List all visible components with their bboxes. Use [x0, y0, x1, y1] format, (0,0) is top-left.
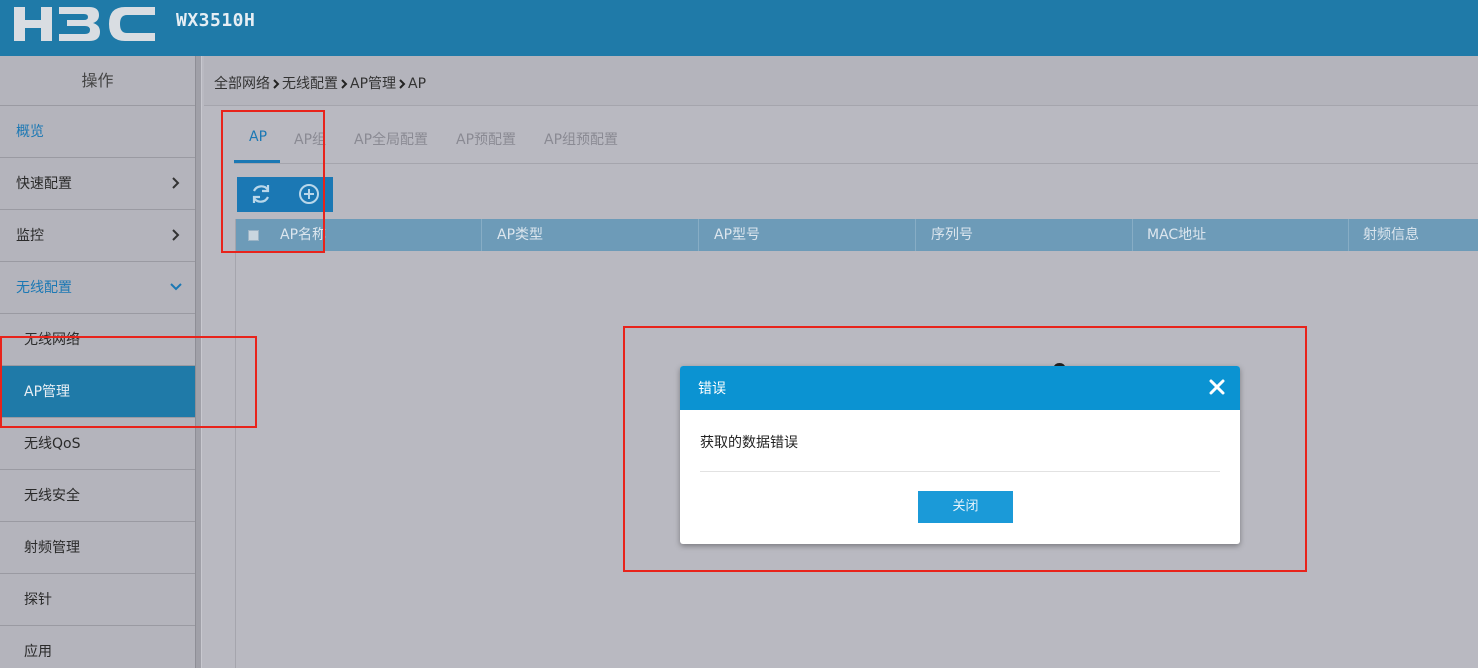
sidebar-item-label: 概览: [16, 124, 44, 140]
sidebar-item-label: 探针: [24, 592, 52, 608]
top-header: WX3510H: [0, 0, 1478, 56]
sidebar-item-overview[interactable]: 概览: [0, 106, 195, 158]
sidebar-item-quick-config[interactable]: 快速配置: [0, 158, 195, 210]
breadcrumb: 全部网络 无线配置 AP管理 AP: [214, 73, 426, 93]
sidebar-item-label: 无线安全: [24, 488, 80, 504]
sidebar-item-label: 无线配置: [16, 280, 72, 296]
tab-ap-preconfig[interactable]: AP预配置: [456, 129, 516, 149]
sidebar-item-wireless-config[interactable]: 无线配置: [0, 262, 195, 314]
tab-ap-group-preconfig[interactable]: AP组预配置: [544, 129, 618, 149]
annotation-box: [623, 326, 1307, 572]
chevron-right-icon: [172, 177, 180, 189]
chevron-right-icon: [399, 79, 406, 89]
annotation-box: [0, 336, 257, 428]
breadcrumb-item[interactable]: 无线配置: [282, 76, 338, 92]
column-header[interactable]: 序列号: [917, 219, 1133, 251]
chevron-down-icon: [170, 283, 182, 291]
sidebar-item-application[interactable]: 应用: [0, 626, 195, 668]
sidebar-item-probe[interactable]: 探针: [0, 574, 195, 626]
product-model: WX3510H: [176, 10, 256, 31]
breadcrumb-item[interactable]: 全部网络: [214, 76, 270, 92]
sidebar-item-wireless-security[interactable]: 无线安全: [0, 470, 195, 522]
breadcrumb-bar: 全部网络 无线配置 AP管理 AP: [204, 56, 1478, 106]
table-header: AP名称 AP类型 AP型号 序列号 MAC地址 射频信息: [236, 219, 1478, 251]
breadcrumb-item: AP: [408, 76, 427, 92]
annotation-box: [221, 110, 325, 253]
chevron-right-icon: [273, 79, 280, 89]
column-header[interactable]: 射频信息: [1349, 219, 1478, 251]
sidebar-title: 操作: [0, 56, 195, 106]
column-header[interactable]: AP类型: [483, 219, 699, 251]
sidebar-item-label: 无线QoS: [24, 436, 81, 452]
column-header[interactable]: MAC地址: [1133, 219, 1349, 251]
sidebar-item-monitor[interactable]: 监控: [0, 210, 195, 262]
column-header[interactable]: AP型号: [700, 219, 916, 251]
sidebar-item-radio-management[interactable]: 射频管理: [0, 522, 195, 574]
tab-ap-global-config[interactable]: AP全局配置: [354, 129, 428, 149]
chevron-right-icon: [172, 229, 180, 241]
sidebar-item-label: 应用: [24, 644, 52, 660]
h3c-logo: [14, 7, 155, 41]
sidebar-item-label: 快速配置: [16, 176, 72, 192]
tab-bar: AP AP组 AP全局配置 AP预配置 AP组预配置: [234, 121, 1478, 164]
sidebar-item-label: 监控: [16, 228, 44, 244]
chevron-right-icon: [341, 79, 348, 89]
sidebar-item-label: 射频管理: [24, 540, 80, 556]
breadcrumb-item[interactable]: AP管理: [350, 76, 396, 92]
table-border: [235, 219, 236, 668]
